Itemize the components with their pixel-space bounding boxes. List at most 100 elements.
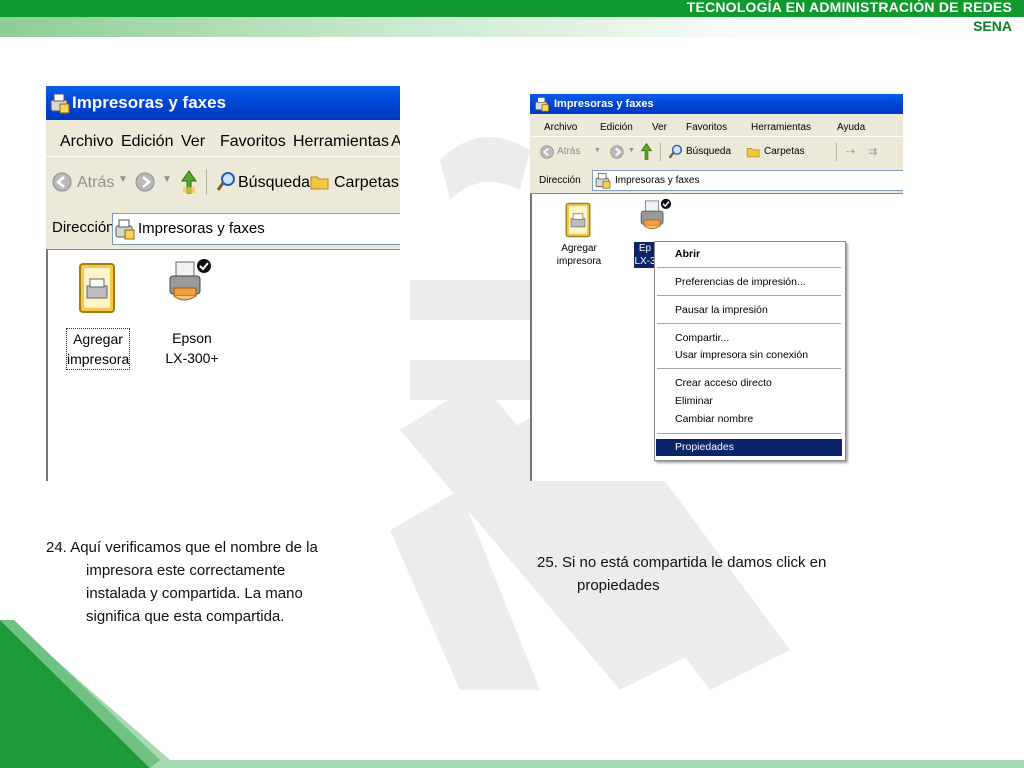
context-menu: Abrir Preferencias de impresión... Pausa… bbox=[654, 241, 846, 461]
search-icon[interactable] bbox=[668, 144, 683, 160]
toolbar: Atrás ▼ ▼ Búsqueda Carpetas bbox=[46, 156, 400, 208]
menu-favoritos[interactable]: Favoritos bbox=[220, 133, 286, 151]
menu-herramientas[interactable]: Herramientas bbox=[751, 122, 811, 133]
add-printer-label-2: impresora bbox=[67, 351, 130, 367]
menu-separator bbox=[657, 368, 841, 369]
window-title-bar[interactable]: Impresoras y faxes bbox=[530, 94, 903, 114]
window-title: Impresoras y faxes bbox=[72, 93, 227, 112]
epson-label-1: Epson bbox=[172, 330, 212, 346]
back-arrow-icon[interactable] bbox=[52, 172, 72, 192]
menu-archivo[interactable]: Archivo bbox=[60, 133, 113, 151]
add-printer-label-1: Agregar bbox=[561, 243, 597, 254]
menu-bar: Archivo Edición Ver Favoritos Herramient… bbox=[46, 120, 400, 156]
menu-archivo[interactable]: Archivo bbox=[544, 122, 577, 133]
caption-left-line-4: significa que esta compartida. bbox=[86, 608, 285, 625]
add-printer-item[interactable]: Agregar impresora bbox=[548, 200, 610, 280]
address-input[interactable]: Impresoras y faxes bbox=[592, 170, 903, 191]
bottom-decoration bbox=[0, 620, 1024, 768]
printer-icon bbox=[640, 198, 672, 230]
toolbar: Atrás ▼ ▼ Búsqueda Carpetas ⇢ ⇉ bbox=[530, 136, 903, 168]
address-bar: Dirección Impresoras y faxes bbox=[530, 167, 903, 194]
back-button-label[interactable]: Atrás bbox=[77, 174, 114, 192]
search-button-label[interactable]: Búsqueda bbox=[238, 174, 310, 192]
menu-separator bbox=[657, 323, 841, 324]
caption-left-line-2: impresora este correctamente bbox=[86, 562, 286, 579]
menu-ayuda[interactable]: Ayuda bbox=[837, 122, 865, 133]
menu-herramientas[interactable]: Herramientas bbox=[293, 133, 389, 151]
menu-separator bbox=[657, 295, 841, 296]
menu-ayuda[interactable]: A bbox=[391, 133, 400, 151]
printers-window-left: Impresoras y faxes Archivo Edición Ver F… bbox=[46, 86, 400, 481]
header-gradient bbox=[0, 17, 1024, 37]
address-input[interactable]: Impresoras y faxes bbox=[112, 213, 400, 245]
menu-favoritos[interactable]: Favoritos bbox=[686, 122, 727, 133]
add-printer-item[interactable]: Agregar impresora bbox=[66, 258, 134, 378]
folder-content: Agregar impresora Epson LX-300+ bbox=[46, 250, 400, 481]
printers-folder-icon bbox=[535, 97, 549, 112]
header-subtitle: SENA bbox=[973, 18, 1012, 34]
search-button-label[interactable]: Búsqueda bbox=[686, 146, 731, 157]
menu-item-compartir[interactable]: Compartir... bbox=[656, 330, 842, 347]
printers-folder-icon bbox=[50, 93, 70, 114]
folders-button-label[interactable]: Carpetas bbox=[764, 146, 805, 157]
folders-button-label[interactable]: Carpetas bbox=[334, 174, 399, 192]
toolbar-separator bbox=[836, 143, 837, 161]
menu-edicion[interactable]: Edición bbox=[121, 133, 173, 151]
toolbar-separator bbox=[206, 169, 207, 195]
folders-icon[interactable] bbox=[746, 145, 761, 159]
copy-to-icon[interactable]: ⇉ bbox=[868, 145, 877, 158]
header-title: TECNOLOGÍA EN ADMINISTRACIÓN DE REDES bbox=[686, 0, 1012, 15]
search-icon[interactable] bbox=[216, 171, 236, 193]
menu-item-usar-sin-conexion[interactable]: Usar impresora sin conexión bbox=[656, 347, 842, 364]
printers-folder-icon bbox=[595, 173, 611, 189]
menu-item-preferencias[interactable]: Preferencias de impresión... bbox=[656, 274, 842, 291]
caption-right: 25. Si no está compartida le damos click… bbox=[537, 551, 917, 597]
menu-ver[interactable]: Ver bbox=[652, 122, 667, 133]
forward-dropdown-icon[interactable]: ▼ bbox=[162, 174, 172, 185]
add-printer-label-2: impresora bbox=[556, 256, 602, 267]
back-dropdown-icon[interactable]: ▼ bbox=[594, 147, 601, 154]
back-arrow-icon[interactable] bbox=[540, 145, 554, 159]
epson-label-2: LX-3 bbox=[634, 256, 656, 267]
menu-item-crear-acceso[interactable]: Crear acceso directo bbox=[656, 375, 842, 392]
menu-ver[interactable]: Ver bbox=[181, 133, 205, 151]
address-label: Dirección bbox=[52, 219, 115, 236]
menu-separator bbox=[657, 267, 841, 268]
menu-item-propiedades[interactable]: Propiedades bbox=[656, 439, 842, 456]
up-folder-icon[interactable] bbox=[640, 142, 653, 161]
address-label: Dirección bbox=[539, 175, 581, 186]
menu-edicion[interactable]: Edición bbox=[600, 122, 633, 133]
shared-printer-icon bbox=[169, 259, 211, 301]
move-to-icon[interactable]: ⇢ bbox=[846, 145, 855, 158]
back-button-label[interactable]: Atrás bbox=[557, 146, 580, 157]
epson-label-1: Ep bbox=[638, 243, 652, 254]
menu-separator bbox=[657, 433, 841, 434]
caption-left-line-1: 24. Aquí verificamos que el nombre de la bbox=[46, 539, 318, 556]
address-value: Impresoras y faxes bbox=[138, 220, 265, 237]
caption-left-line-3: instalada y compartida. La mano bbox=[86, 585, 303, 602]
up-folder-icon[interactable] bbox=[180, 169, 198, 195]
menu-item-abrir[interactable]: Abrir bbox=[656, 246, 842, 263]
back-dropdown-icon[interactable]: ▼ bbox=[118, 174, 128, 185]
forward-arrow-icon[interactable] bbox=[135, 172, 155, 192]
menu-bar: Archivo Edición Ver Favoritos Herramient… bbox=[530, 114, 903, 136]
caption-left: 24. Aquí verificamos que el nombre de la… bbox=[46, 536, 406, 628]
folders-icon[interactable] bbox=[310, 172, 330, 192]
window-title: Impresoras y faxes bbox=[554, 98, 654, 110]
menu-item-cambiar-nombre[interactable]: Cambiar nombre bbox=[656, 411, 842, 428]
add-printer-icon bbox=[565, 202, 591, 238]
menu-item-eliminar[interactable]: Eliminar bbox=[656, 393, 842, 410]
address-bar: Dirección Impresoras y faxes bbox=[46, 207, 400, 251]
add-printer-icon bbox=[79, 263, 115, 313]
forward-dropdown-icon[interactable]: ▼ bbox=[628, 147, 635, 154]
menu-item-pausar[interactable]: Pausar la impresión bbox=[656, 302, 842, 319]
window-title-bar[interactable]: Impresoras y faxes bbox=[46, 86, 400, 120]
epson-label-2: LX-300+ bbox=[165, 350, 219, 366]
forward-arrow-icon[interactable] bbox=[610, 145, 624, 159]
caption-right-line-1: 25. Si no está compartida le damos click… bbox=[537, 554, 827, 571]
printers-folder-icon bbox=[115, 219, 135, 240]
add-printer-label-1: Agregar bbox=[73, 331, 123, 347]
address-value: Impresoras y faxes bbox=[615, 175, 700, 186]
epson-printer-item[interactable]: Epson LX-300+ bbox=[152, 258, 232, 378]
caption-right-line-2: propiedades bbox=[577, 577, 660, 594]
